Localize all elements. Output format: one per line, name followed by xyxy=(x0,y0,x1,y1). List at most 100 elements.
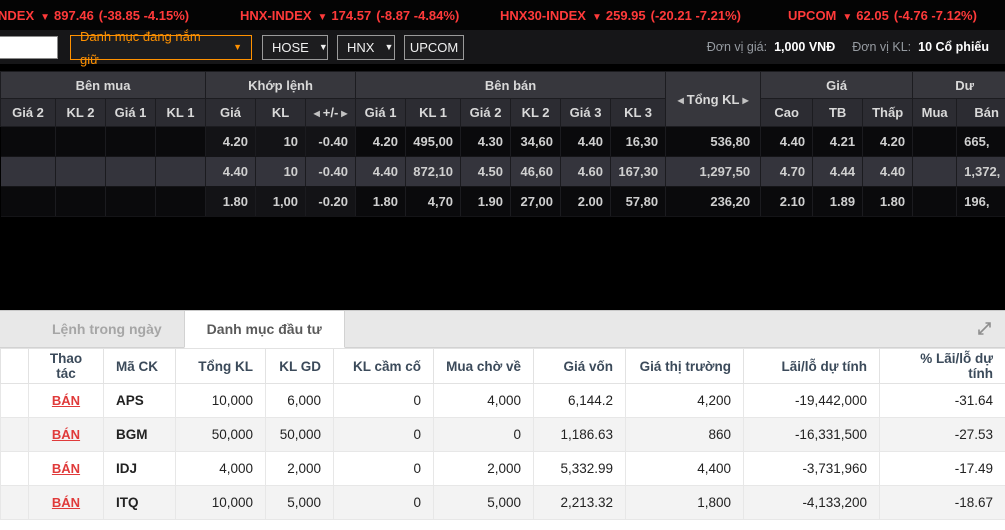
portfolio-body: BÁN APS 10,000 6,000 0 4,000 6,144.2 4,200 -19,4… xyxy=(0,383,1005,520)
board-cell: 1.90 xyxy=(460,186,512,217)
down-arrow-icon: ▼ xyxy=(591,12,602,23)
board-cell: 1.80 xyxy=(205,186,257,217)
index-ticker-vn-index: VN-INDEX ▼897.46 (-38.85 -4.15%) xyxy=(0,8,189,23)
group-header-ben-ban: Bên bán xyxy=(355,71,667,99)
cell-gia-thi-truong: 4,200 xyxy=(625,383,744,418)
board-cell xyxy=(155,186,207,217)
group-header-du: Dư xyxy=(912,71,1005,99)
board-cell: 16,30 xyxy=(610,126,667,157)
board-cell: 10 xyxy=(255,156,307,187)
cell-mua-cho-ve: 4,000 xyxy=(433,383,534,418)
board-row[interactable]: 4.40 10 -0.40 4.40 872,10 4.50 46,60 4.60 167,30… xyxy=(0,156,1005,187)
column-header-gia-3-ban: Giá 3 xyxy=(560,98,612,127)
sell-button[interactable]: BÁN xyxy=(52,393,80,408)
board-cell: 872,10 xyxy=(405,156,462,187)
board-cell: 4.40 xyxy=(862,156,914,187)
cell-symbol: BGM xyxy=(103,417,176,452)
down-arrow-icon: ▼ xyxy=(40,12,51,23)
board-cell: 57,80 xyxy=(610,186,667,217)
change-label: +/- xyxy=(322,105,339,120)
index-value: 259.95 xyxy=(605,8,646,23)
board-cell xyxy=(912,186,958,217)
board-cell: 2.00 xyxy=(560,186,612,217)
hnx-dropdown[interactable]: HNX ▼ xyxy=(337,35,395,60)
column-header-du-mua: Mua xyxy=(912,98,958,127)
board-cell xyxy=(0,156,56,187)
column-header-change: ◀ +/- ▶ xyxy=(305,98,357,127)
sell-button[interactable]: BÁN xyxy=(52,427,80,442)
board-cell: 4.44 xyxy=(812,156,864,187)
board-cell xyxy=(912,126,958,157)
board-cell xyxy=(55,186,106,217)
cell-mua-cho-ve: 5,000 xyxy=(433,485,534,520)
portfolio-column-header: Thao tác xyxy=(28,348,104,384)
board-cell: 4.30 xyxy=(460,126,512,157)
board-cell xyxy=(155,126,207,157)
cell-action: BÁN xyxy=(28,485,104,520)
watchlist-dropdown[interactable]: Danh mục đang nắm giữ ▼ xyxy=(70,29,252,67)
board-cell: -0.40 xyxy=(305,126,357,157)
group-header-khop-lenh: Khớp lệnh xyxy=(205,71,357,99)
portfolio-column-header: KL GD xyxy=(265,348,334,384)
chevron-down-icon: ▼ xyxy=(384,42,394,52)
gutter-cell xyxy=(0,485,29,520)
portfolio-column-header: Tổng KL xyxy=(175,348,266,384)
board-cell: -0.20 xyxy=(305,186,357,217)
hnx-dropdown-label: HNX xyxy=(347,40,375,55)
board-cell: 1.80 xyxy=(355,186,407,217)
board-cell: 4.20 xyxy=(862,126,914,157)
unit-info: Đơn vị giá: 1,000 VNĐ Đơn vị KL: 10 Cổ p… xyxy=(707,30,999,64)
board-cell: 4.70 xyxy=(760,156,814,187)
board-row[interactable]: 4.20 10 -0.40 4.20 495,00 4.30 34,60 4.40 16,30 5… xyxy=(0,126,1005,157)
price-board-table: Bên mua Khớp lệnh Bên bán ◀ Tổng KL ▶ Giá … xyxy=(0,71,1005,217)
cell-kl-cam-co: 0 xyxy=(333,451,434,486)
down-arrow-icon: ▼ xyxy=(842,12,853,23)
watchlist-dropdown-label: Danh mục đang nắm giữ xyxy=(80,28,201,67)
board-cell xyxy=(0,126,56,157)
column-header-du-ban: Bán xyxy=(956,98,1005,127)
cell-gia-von: 1,186.63 xyxy=(533,417,626,452)
cell-gia-von: 6,144.2 xyxy=(533,383,626,418)
gutter-header xyxy=(0,348,29,384)
board-cell: 167,30 xyxy=(610,156,667,187)
expand-icon[interactable] xyxy=(977,321,993,337)
tab-danh-muc-dau-tu[interactable]: Danh mục đầu tư xyxy=(183,311,345,348)
board-cell xyxy=(912,156,958,187)
portfolio-row: BÁN APS 10,000 6,000 0 4,000 6,144.2 4,200 -19,4… xyxy=(0,383,1005,418)
scroll-right-icon[interactable]: ▶ xyxy=(742,96,748,105)
tab-lenh-trong-ngay[interactable]: Lệnh trong ngày xyxy=(30,311,184,347)
column-header-kl-2-mua: KL 2 xyxy=(55,98,106,127)
board-cell: 536,80 xyxy=(665,126,762,157)
upcom-button[interactable]: UPCOM xyxy=(404,35,464,60)
board-cell: 4.40 xyxy=(760,126,814,157)
board-cell: 4.40 xyxy=(560,126,612,157)
down-arrow-icon: ▼ xyxy=(317,12,328,23)
cell-symbol: APS xyxy=(103,383,176,418)
bottom-panel: Lệnh trong ngày Danh mục đầu tư Thao tác… xyxy=(0,310,1005,530)
gutter-cell xyxy=(0,417,29,452)
board-cell xyxy=(0,186,56,217)
scroll-left-icon[interactable]: ◀ xyxy=(314,109,320,118)
board-cell: 4.50 xyxy=(460,156,512,187)
board-row[interactable]: 1.80 1,00 -0.20 1.80 4,70 1.90 27,00 2.00 57,80 2… xyxy=(0,186,1005,217)
scroll-left-icon[interactable]: ◀ xyxy=(678,96,684,105)
board-cell: 665, xyxy=(956,126,1005,157)
column-header-kl-3-ban: KL 3 xyxy=(610,98,667,127)
symbol-search-input[interactable] xyxy=(0,36,58,59)
hose-dropdown[interactable]: HOSE ▼ xyxy=(262,35,328,60)
cell-kl-cam-co: 0 xyxy=(333,383,434,418)
cell-mua-cho-ve: 0 xyxy=(433,417,534,452)
hose-dropdown-label: HOSE xyxy=(272,40,309,55)
board-body: 4.20 10 -0.40 4.20 495,00 4.30 34,60 4.40 16,30 5… xyxy=(0,126,1005,217)
tong-kl-label: Tổng KL xyxy=(686,91,740,107)
cell-tong-kl: 10,000 xyxy=(175,485,266,520)
board-cell: -0.40 xyxy=(305,156,357,187)
sell-button[interactable]: BÁN xyxy=(52,495,80,510)
sell-button[interactable]: BÁN xyxy=(52,461,80,476)
cell-pct-lai-lo: -17.49 xyxy=(879,451,1005,486)
index-name: VN-INDEX xyxy=(0,8,35,23)
column-header-gia-khop: Giá xyxy=(205,98,257,127)
board-cell: 4.21 xyxy=(812,126,864,157)
cell-lai-lo: -19,442,000 xyxy=(743,383,880,418)
scroll-right-icon[interactable]: ▶ xyxy=(341,109,347,118)
